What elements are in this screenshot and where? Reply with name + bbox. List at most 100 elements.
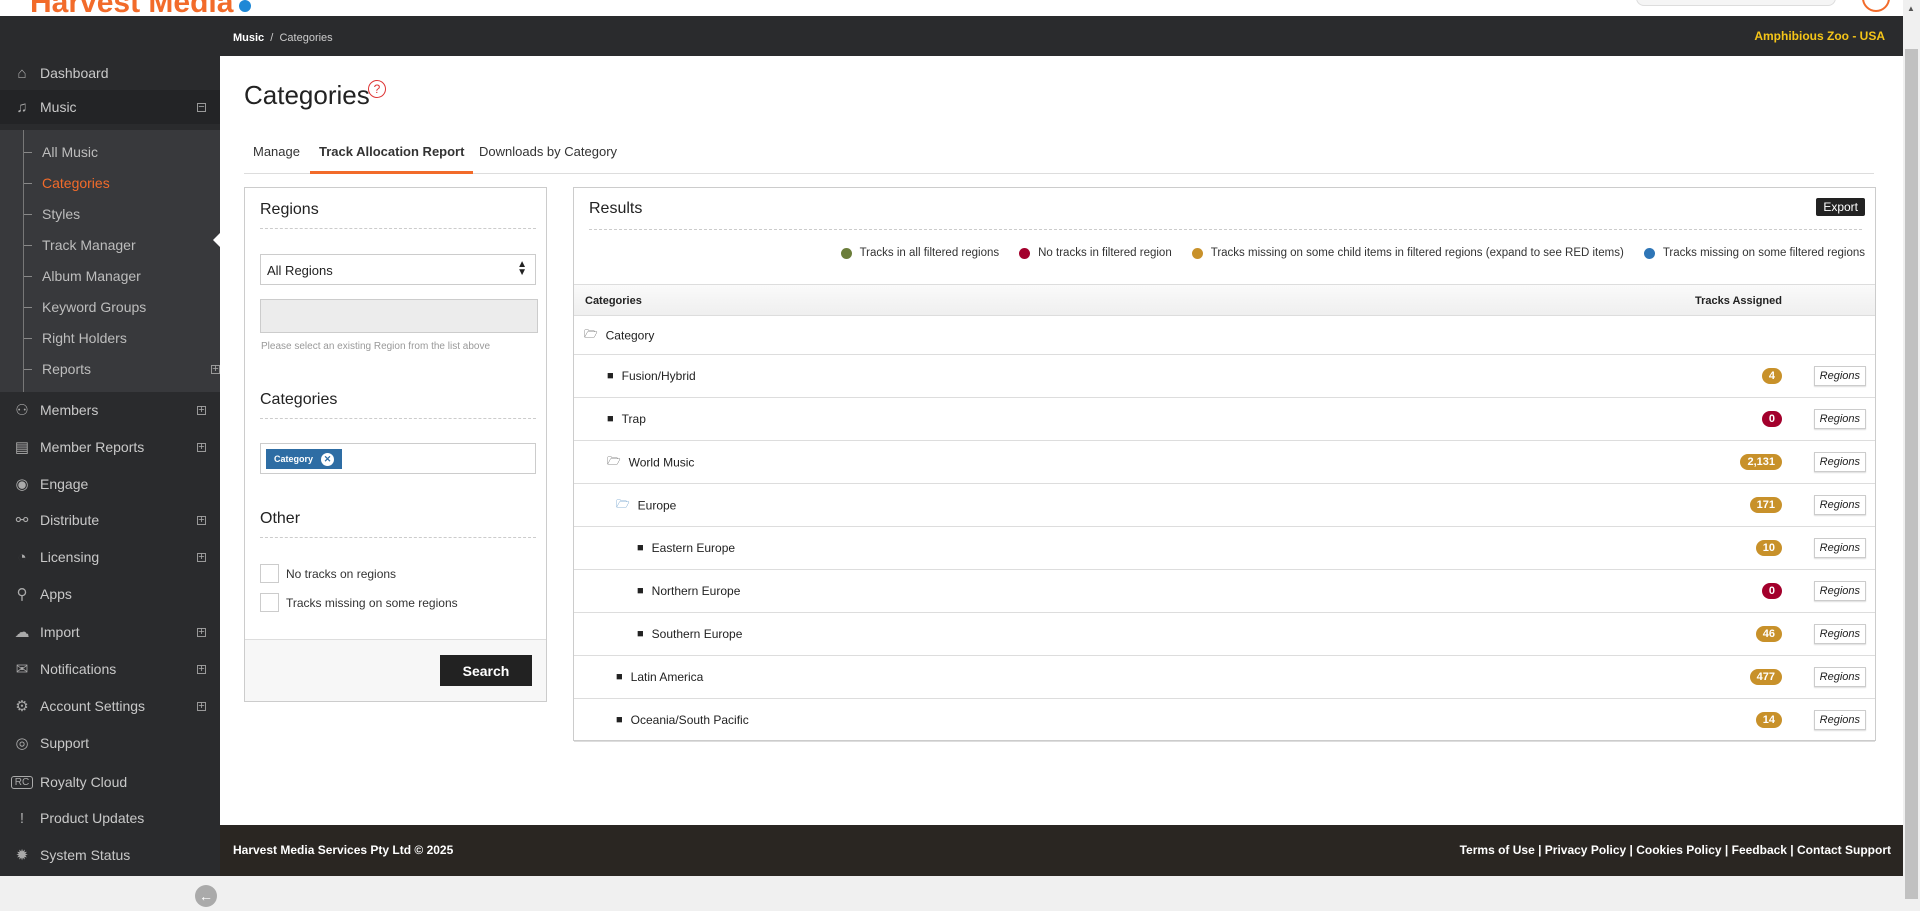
account-name[interactable]: Amphibious Zoo - USA: [1754, 29, 1885, 43]
footer-link[interactable]: Cookies Policy: [1636, 843, 1721, 857]
sidebar-item-distribute[interactable]: ⚯ Distribute +: [0, 503, 220, 537]
expand-icon[interactable]: +: [197, 663, 206, 674]
tab-manage[interactable]: Manage: [244, 140, 309, 174]
sidebar-item-music[interactable]: ♫ Music −: [0, 90, 220, 124]
sidebar-item-apps[interactable]: ⚲ Apps: [0, 577, 220, 611]
table-row[interactable]: 🗁 Europe 171 Regions: [574, 484, 1875, 527]
regions-button[interactable]: Regions: [1813, 710, 1866, 730]
scrollbar-thumb[interactable]: [1905, 49, 1918, 899]
expand-icon[interactable]: +: [197, 551, 206, 562]
filter-panel: Regions All Regions ▲ ▼ Please select an e…: [244, 187, 547, 702]
legend-dot-icon: [1019, 247, 1031, 259]
regions-button[interactable]: Regions: [1813, 667, 1866, 687]
sidebar-subitem-keyword-groups[interactable]: Keyword Groups: [24, 293, 146, 321]
footer-link[interactable]: Contact Support: [1797, 843, 1891, 857]
table-row[interactable]: ■ Fusion/Hybrid 4 Regions: [574, 355, 1875, 398]
regions-button[interactable]: Regions: [1813, 366, 1866, 386]
target-icon: ◉: [15, 476, 29, 493]
regions-button[interactable]: Regions: [1813, 581, 1866, 601]
tab-downloads-by-category[interactable]: Downloads by Category: [470, 140, 626, 174]
expand-icon[interactable]: +: [197, 700, 206, 711]
folder-open-icon[interactable]: 🗁: [616, 496, 630, 515]
sidebar-item-import[interactable]: ☁ Import +: [0, 615, 220, 649]
expand-icon[interactable]: +: [211, 363, 220, 374]
table-row[interactable]: ■ Northern Europe 0 Regions: [574, 570, 1875, 613]
sidebar-subitem-track-manager[interactable]: Track Manager: [24, 231, 136, 259]
tab-track-allocation-report[interactable]: Track Allocation Report: [310, 140, 474, 174]
logo[interactable]: Harvest Media: [30, 0, 252, 16]
footer-link[interactable]: Feedback: [1732, 843, 1787, 857]
scrollbar[interactable]: ▲: [1903, 0, 1920, 911]
global-search-input[interactable]: [1636, 0, 1836, 6]
sidebar-subitem-reports[interactable]: Reports +: [24, 355, 220, 383]
table-row[interactable]: 🗁 World Music 2,131 Regions: [574, 441, 1875, 484]
separator: |: [1786, 843, 1797, 857]
category-cell: ■ Trap: [607, 412, 646, 426]
regions-button[interactable]: Regions: [1813, 452, 1866, 472]
sidebar-item-product-updates[interactable]: ! Product Updates: [0, 801, 220, 835]
remove-tag-icon[interactable]: ✕: [321, 452, 335, 466]
tabs: Manage Track Allocation Report Downloads…: [244, 140, 1874, 174]
sidebar-item-member-reports[interactable]: ▤ Member Reports +: [0, 430, 220, 464]
expand-icon[interactable]: +: [197, 404, 206, 415]
help-icon[interactable]: ?: [368, 80, 386, 98]
expand-icon[interactable]: +: [197, 441, 206, 452]
regions-button[interactable]: Regions: [1813, 538, 1866, 558]
sidebar-item-members[interactable]: ⚇ Members +: [0, 393, 220, 427]
regions-button[interactable]: Regions: [1813, 624, 1866, 644]
folder-icon[interactable]: ■: [637, 628, 644, 640]
table-row-root[interactable]: 🗁 Category: [574, 316, 1875, 355]
sidebar-item-notifications[interactable]: ✉ Notifications +: [0, 652, 220, 686]
regions-button[interactable]: Regions: [1813, 495, 1866, 515]
sidebar-subitem-styles[interactable]: Styles: [24, 200, 80, 228]
folder-icon[interactable]: ■: [607, 413, 614, 425]
regions-button[interactable]: Regions: [1813, 409, 1866, 429]
sidebar-item-support[interactable]: ◎ Support: [0, 726, 220, 760]
sidebar-subitem-right-holders[interactable]: Right Holders: [24, 324, 127, 352]
tracks-missing-checkbox[interactable]: Tracks missing on some regions: [260, 593, 458, 612]
scroll-up-icon[interactable]: ▲: [1907, 4, 1915, 13]
subitem-label: Track Manager: [42, 237, 136, 253]
expand-icon[interactable]: +: [197, 626, 206, 637]
folder-icon[interactable]: ■: [637, 542, 644, 554]
folder-open-icon[interactable]: 🗁: [607, 453, 621, 472]
breadcrumb: Music / Categories: [233, 32, 333, 44]
sidebar-item-licensing[interactable]: ◔ Licensing +: [0, 540, 220, 574]
sidebar-item-engage[interactable]: ◉ Engage: [0, 467, 220, 501]
footer-links: Terms of Use | Privacy Policy | Cookies …: [1460, 843, 1891, 857]
folder-icon[interactable]: ■: [607, 370, 614, 382]
checkbox[interactable]: [260, 564, 279, 583]
checkbox[interactable]: [260, 593, 279, 612]
sidebar-item-label: Notifications: [40, 661, 117, 677]
footer-link[interactable]: Terms of Use: [1460, 843, 1535, 857]
breadcrumb-music[interactable]: Music: [233, 32, 264, 44]
table-row[interactable]: ■ Trap 0 Regions: [574, 398, 1875, 441]
sidebar-item-dashboard[interactable]: ⌂ Dashboard: [0, 56, 220, 90]
sidebar-item-royalty-cloud[interactable]: RC Royalty Cloud: [0, 765, 220, 799]
sidebar-subitem-all-music[interactable]: All Music: [24, 138, 98, 166]
folder-icon[interactable]: ■: [637, 585, 644, 597]
collapse-sidebar-icon[interactable]: ←: [195, 885, 217, 907]
sidebar-subitem-categories[interactable]: Categories: [24, 169, 110, 197]
legend-label: No tracks in filtered region: [1038, 247, 1172, 259]
export-button[interactable]: Export: [1816, 198, 1865, 216]
expand-icon[interactable]: +: [197, 514, 206, 525]
folder-icon[interactable]: ■: [616, 671, 623, 683]
results-title: Results: [589, 200, 643, 217]
collapse-icon[interactable]: −: [197, 101, 206, 112]
regions-select[interactable]: All Regions ▲ ▼: [260, 254, 536, 285]
table-row[interactable]: ■ Latin America 477 Regions: [574, 656, 1875, 699]
user-avatar[interactable]: [1862, 0, 1890, 12]
no-tracks-checkbox[interactable]: No tracks on regions: [260, 564, 396, 583]
footer-link[interactable]: Privacy Policy: [1545, 843, 1626, 857]
sidebar-item-system-status[interactable]: ✹ System Status: [0, 838, 220, 872]
folder-icon[interactable]: ■: [616, 714, 623, 726]
table-row[interactable]: ■ Oceania/South Pacific 14 Regions: [574, 699, 1875, 742]
search-button[interactable]: Search: [440, 655, 532, 686]
sidebar-item-account-settings[interactable]: ⚙ Account Settings +: [0, 689, 220, 723]
table-row[interactable]: ■ Southern Europe 46 Regions: [574, 613, 1875, 656]
sidebar-subitem-album-manager[interactable]: Album Manager: [24, 262, 141, 290]
table-row[interactable]: ■ Eastern Europe 10 Regions: [574, 527, 1875, 570]
categories-input[interactable]: Category ✕: [260, 443, 536, 474]
category-cell: ■ Northern Europe: [637, 584, 740, 598]
